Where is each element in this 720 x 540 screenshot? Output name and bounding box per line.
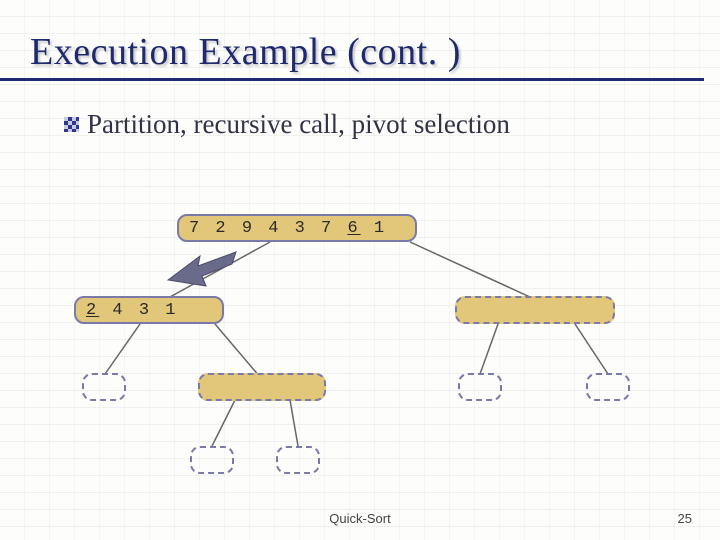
tree-node-empty <box>458 373 502 401</box>
left-value: 3 <box>139 301 152 320</box>
bullet-text: Partition, recursive call, pivot selecti… <box>87 109 510 140</box>
root-value: 4 <box>268 219 281 238</box>
tree-root-node: 7 2 9 4 3 7 6 1 <box>177 214 417 242</box>
root-value: 1 <box>374 219 387 238</box>
bullet-icon <box>64 117 79 132</box>
left-pivot: 2 <box>86 301 99 320</box>
tree-left-child-node: 2 4 3 1 <box>74 296 224 324</box>
tree-right-child-node <box>455 296 615 324</box>
root-value: 7 <box>189 219 202 238</box>
root-value: 2 <box>215 219 228 238</box>
tree-node-empty <box>586 373 630 401</box>
tree-node-empty <box>198 373 326 401</box>
root-pivot: 6 <box>347 219 360 238</box>
slide-title: Execution Example (cont. ) <box>0 0 704 81</box>
bullet-item: Partition, recursive call, pivot selecti… <box>64 109 720 140</box>
root-value: 3 <box>295 219 308 238</box>
tree-diagram: 7 2 9 4 3 7 6 1 2 4 3 1 <box>0 0 720 540</box>
tree-node-empty <box>82 373 126 401</box>
tree-node-empty <box>276 446 320 474</box>
arrow-icon <box>162 246 242 290</box>
footer-page-number: 25 <box>678 511 692 526</box>
root-value: 7 <box>321 219 334 238</box>
left-value: 4 <box>112 301 125 320</box>
left-value: 1 <box>165 301 178 320</box>
tree-edges <box>0 0 720 540</box>
root-value: 9 <box>242 219 255 238</box>
tree-node-empty <box>190 446 234 474</box>
footer-label: Quick-Sort <box>0 511 720 526</box>
